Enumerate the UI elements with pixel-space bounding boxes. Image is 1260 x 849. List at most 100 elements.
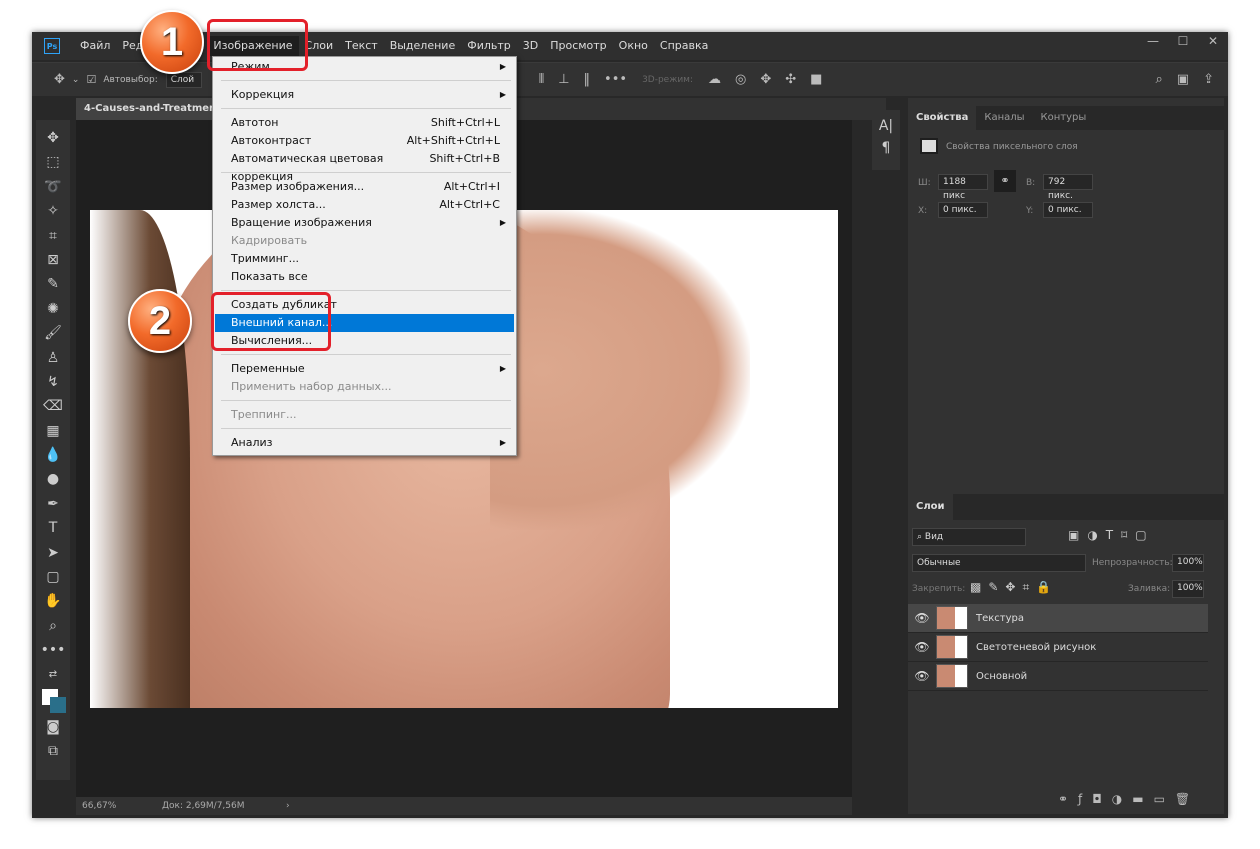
menu-item[interactable]: Размер холста... Alt+Ctrl+C	[215, 196, 514, 214]
image-menu-dropdown: Режим ▶ Коррекция ▶ Автотон Shift+Ctrl+L Авток…	[212, 56, 517, 456]
tab-channels[interactable]: Каналы	[976, 106, 1032, 130]
y-label: Y:	[1026, 206, 1034, 216]
menu-view[interactable]: Просмотр	[544, 36, 612, 56]
magic-wand-icon[interactable]: ✧	[47, 199, 59, 223]
menu-item[interactable]: Автоматическая цветовая коррекция Shift+C…	[215, 150, 514, 183]
menu-item-label: Кадрировать	[231, 234, 308, 247]
eyedropper-icon[interactable]: ✎	[47, 272, 59, 296]
layer-row[interactable]: 👁 Текстура	[908, 604, 1208, 633]
gradient-icon[interactable]: ▦	[46, 419, 59, 443]
roll-icon[interactable]: ◎	[735, 72, 746, 87]
menu-item[interactable]: Переменные ▶	[215, 360, 514, 378]
document-tab[interactable]: 4-Causes-and-Treatments-	[76, 98, 216, 120]
menu-item[interactable]: Показать все	[215, 268, 514, 286]
screen-mode-icon[interactable]: ⧉	[48, 739, 58, 763]
status-arrow[interactable]: ›	[286, 801, 290, 811]
height-field[interactable]: 792 пикс.	[1043, 174, 1093, 201]
menu-file[interactable]: Файл	[74, 36, 116, 56]
distribute-icon[interactable]: ⫴	[539, 72, 544, 87]
stamp-tool-icon[interactable]: ♙	[47, 346, 60, 370]
menu-item[interactable]: Коррекция ▶	[215, 86, 514, 104]
menu-item-label: Анализ	[231, 436, 273, 449]
lasso-tool-icon[interactable]: ➰	[44, 175, 61, 199]
x-field[interactable]: 0 пикс.	[938, 202, 988, 218]
fill-field[interactable]: 100%	[1172, 580, 1204, 598]
menu-item[interactable]: Анализ ▶	[215, 434, 514, 452]
type-tool-icon[interactable]: T	[49, 516, 58, 540]
menu-filter[interactable]: Фильтр	[461, 36, 517, 56]
hand-tool-icon[interactable]: ✋	[44, 589, 61, 613]
quick-mask-icon[interactable]: ◙	[46, 715, 60, 739]
align-bottom-icon[interactable]: ⊥	[558, 72, 569, 87]
menu-item-shortcut: Alt+Shift+Ctrl+L	[406, 134, 500, 147]
menu-help[interactable]: Справка	[654, 36, 714, 56]
drag-icon[interactable]: ✥	[760, 72, 771, 87]
menu-item-label: Размер холста...	[231, 198, 326, 211]
close-button[interactable]: ✕	[1198, 32, 1228, 52]
menu-item[interactable]: Размер изображения... Alt+Ctrl+I	[215, 178, 514, 196]
tab-properties[interactable]: Свойства	[908, 106, 977, 130]
width-field[interactable]: 1188 пикс	[938, 174, 988, 201]
history-brush-icon[interactable]: ↯	[47, 370, 59, 394]
brush-tool-icon[interactable]: 🖌	[44, 321, 62, 345]
pen-tool-icon[interactable]: ✒	[47, 492, 59, 516]
right-panel: Свойства Каналы Контуры Свойства пиксель…	[908, 98, 1224, 814]
character-panel-icon[interactable]: A|	[879, 118, 893, 134]
zoom-tool-icon[interactable]: ⌕	[49, 614, 57, 638]
blend-mode-select[interactable]: Обычные	[912, 554, 1086, 572]
eraser-icon[interactable]: ⌫	[43, 394, 63, 418]
chevron-down-icon[interactable]: ⌄	[72, 75, 80, 85]
layer-name: Текстура	[976, 612, 1025, 624]
menu-item-label: Размер изображения...	[231, 180, 365, 193]
menu-item[interactable]: Тримминг...	[215, 250, 514, 268]
share-icon[interactable]: ⇪	[1203, 72, 1214, 87]
slide-icon[interactable]: ✣	[785, 72, 796, 87]
blur-tool-icon[interactable]: 💧	[44, 443, 61, 467]
healing-brush-icon[interactable]: ✺	[47, 297, 59, 321]
menu-item[interactable]: Автотон Shift+Ctrl+L	[215, 114, 514, 132]
maximize-button[interactable]: ☐	[1168, 32, 1198, 52]
camera-icon[interactable]: ■	[810, 72, 822, 87]
layers-footer: ⚭ƒ◘◑▬▭🗑	[1058, 792, 1201, 806]
crop-tool-icon[interactable]: ⌗	[49, 224, 57, 248]
opacity-field[interactable]: 100%	[1172, 554, 1204, 572]
shape-tool-icon[interactable]: ▢	[46, 565, 59, 589]
properties-title: Свойства пиксельного слоя	[946, 142, 1078, 152]
orbit-icon[interactable]: ☁	[708, 72, 721, 87]
eye-icon[interactable]: 👁	[908, 640, 936, 654]
frame-tool-icon[interactable]: ⊠	[47, 248, 59, 272]
align-icon[interactable]: ‖	[584, 72, 591, 87]
status-bar: 66,67% Док: 2,69M/7,56M ›	[76, 797, 852, 815]
y-field[interactable]: 0 пикс.	[1043, 202, 1093, 218]
paragraph-panel-icon[interactable]: ¶	[882, 140, 891, 156]
dodge-tool-icon[interactable]: ●	[47, 467, 59, 491]
tab-paths[interactable]: Контуры	[1033, 106, 1095, 130]
search-icon[interactable]: ⌕	[1156, 72, 1163, 87]
menu-3d[interactable]: 3D	[517, 36, 544, 56]
menu-item[interactable]: Вращение изображения ▶	[215, 214, 514, 232]
marquee-tool-icon[interactable]: ⬚	[46, 150, 59, 174]
minimize-button[interactable]: —	[1138, 32, 1168, 52]
workspace-icon[interactable]: ▣	[1177, 72, 1189, 87]
menu-item[interactable]: Автоконтраст Alt+Shift+Ctrl+L	[215, 132, 514, 150]
tab-layers[interactable]: Слои	[908, 494, 953, 520]
menu-select[interactable]: Выделение	[384, 36, 462, 56]
layer-row[interactable]: 👁 Основной	[908, 662, 1208, 691]
layer-row[interactable]: 👁 Светотеневой рисунок	[908, 633, 1208, 662]
eye-icon[interactable]: 👁	[908, 669, 936, 683]
color-swatches[interactable]	[40, 687, 66, 715]
menu-type[interactable]: Текст	[339, 36, 384, 56]
more-icon[interactable]: •••	[604, 72, 627, 87]
more-tools-icon[interactable]: •••	[41, 638, 66, 662]
swap-colors-icon[interactable]: ⇄	[49, 663, 57, 687]
window-controls: — ☐ ✕	[1138, 32, 1228, 52]
zoom-level[interactable]: 66,67%	[82, 801, 162, 811]
eye-icon[interactable]: 👁	[908, 611, 936, 625]
move-tool-icon[interactable]: ✥	[54, 72, 65, 87]
checkbox-icon[interactable]: ☑	[86, 73, 96, 86]
move-tool-icon[interactable]: ✥	[47, 126, 59, 150]
link-icon[interactable]: ⚭	[994, 170, 1016, 192]
layer-filter-select[interactable]: ⌕ Вид	[912, 528, 1026, 546]
path-select-icon[interactable]: ➤	[47, 541, 59, 565]
menu-window[interactable]: Окно	[613, 36, 654, 56]
